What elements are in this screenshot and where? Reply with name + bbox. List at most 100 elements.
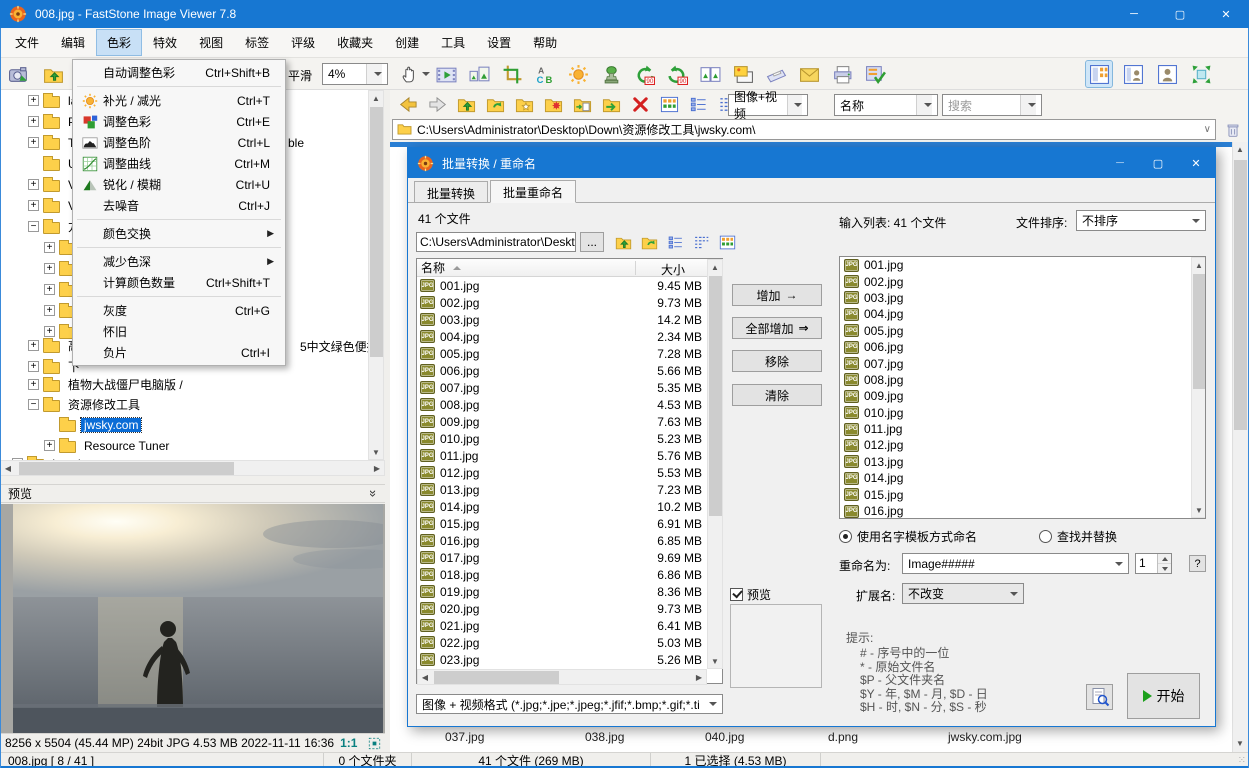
view-details-icon[interactable] bbox=[664, 231, 686, 253]
file-row[interactable]: JPG022.jpg5.03 MB bbox=[417, 634, 707, 651]
spin-down-icon[interactable] bbox=[1158, 564, 1171, 573]
trash-icon[interactable] bbox=[1222, 119, 1244, 141]
input-file-row[interactable]: JPG009.jpg bbox=[840, 388, 1192, 404]
radio-unselected-icon[interactable] bbox=[1039, 530, 1052, 543]
tree-item-植物大战僵尸电脑版 /[interactable]: +植物大战僵尸电脑版 / bbox=[28, 376, 186, 393]
input-file-row[interactable]: JPG011.jpg bbox=[840, 421, 1192, 437]
minimize-button[interactable]: ─ bbox=[1101, 148, 1139, 178]
chevron-down-icon[interactable] bbox=[709, 702, 717, 706]
file-row[interactable]: JPG016.jpg6.85 MB bbox=[417, 532, 707, 549]
name-column-header[interactable]: 名称 bbox=[421, 259, 445, 276]
scroll-up-icon[interactable]: ▲ bbox=[708, 260, 722, 274]
file-row[interactable]: JPG020.jpg9.73 MB bbox=[417, 600, 707, 617]
file-row[interactable]: JPG007.jpg5.35 MB bbox=[417, 379, 707, 396]
file-row[interactable]: JPG004.jpg2.34 MB bbox=[417, 328, 707, 345]
input-file-row[interactable]: JPG003.jpg bbox=[840, 290, 1192, 306]
chevron-down-icon[interactable] bbox=[1020, 95, 1036, 115]
collapse-panel-icon[interactable]: » bbox=[366, 490, 381, 497]
collapse-icon[interactable]: − bbox=[28, 221, 39, 232]
input-file-row[interactable]: JPG008.jpg bbox=[840, 372, 1192, 388]
tree-horizontal-scrollbar[interactable]: ◀ ▶ bbox=[0, 460, 385, 476]
color-menu-item[interactable]: 怀旧 bbox=[73, 321, 285, 342]
copy-to-folder-icon[interactable] bbox=[570, 92, 594, 116]
scroll-right-icon[interactable]: ▶ bbox=[692, 670, 706, 684]
color-menu-item[interactable]: 调整曲线Ctrl+M bbox=[73, 153, 285, 174]
input-file-row[interactable]: JPG005.jpg bbox=[840, 323, 1192, 339]
clear-button[interactable]: 清除 bbox=[732, 384, 822, 406]
file-row[interactable]: JPG010.jpg5.23 MB bbox=[417, 430, 707, 447]
extension-combo[interactable]: 不改变 bbox=[902, 583, 1024, 604]
folder-refresh-icon[interactable] bbox=[483, 92, 507, 116]
search-input[interactable]: 搜索 bbox=[942, 94, 1042, 116]
file-row[interactable]: JPG002.jpg9.73 MB bbox=[417, 294, 707, 311]
menubar-item-2[interactable]: 编辑 bbox=[51, 30, 95, 55]
file-row[interactable]: JPG012.jpg5.53 MB bbox=[417, 464, 707, 481]
file-row[interactable]: JPG001.jpg9.45 MB bbox=[417, 277, 707, 294]
move-to-folder-icon[interactable] bbox=[599, 92, 623, 116]
minimize-button[interactable]: ─ bbox=[1111, 0, 1157, 28]
input-file-row[interactable]: JPG007.jpg bbox=[840, 355, 1192, 371]
sort-by-combo[interactable]: 名称 bbox=[834, 94, 938, 116]
remove-button[interactable]: 移除 bbox=[732, 350, 822, 372]
hand-tool-button[interactable] bbox=[396, 61, 430, 87]
layout-thumb-preview-icon[interactable] bbox=[1120, 61, 1146, 87]
expand-icon[interactable]: + bbox=[28, 361, 39, 372]
chevron-down-icon[interactable] bbox=[1010, 592, 1018, 596]
tree-item-资源修改工具[interactable]: −资源修改工具 bbox=[28, 396, 143, 413]
color-menu-item[interactable]: 灰度Ctrl+G bbox=[73, 300, 285, 321]
tab-2[interactable]: 批量重命名 bbox=[490, 180, 576, 203]
file-row[interactable]: JPG017.jpg9.69 MB bbox=[417, 549, 707, 566]
file-row[interactable]: JPG019.jpg8.36 MB bbox=[417, 583, 707, 600]
menubar-item-3[interactable]: 色彩 bbox=[97, 30, 141, 55]
brightness-icon[interactable] bbox=[565, 61, 591, 87]
fullscreen-icon[interactable] bbox=[1188, 61, 1214, 87]
folder-new-icon[interactable] bbox=[541, 92, 565, 116]
scroll-down-icon[interactable]: ▼ bbox=[1233, 736, 1247, 750]
input-file-row[interactable]: JPG004.jpg bbox=[840, 306, 1192, 322]
tree-item-label[interactable]: Resource Tuner bbox=[81, 439, 172, 453]
tab-1[interactable]: 批量转换 bbox=[414, 181, 488, 202]
file-row[interactable]: JPG009.jpg7.63 MB bbox=[417, 413, 707, 430]
color-menu-item[interactable]: 去噪音Ctrl+J bbox=[73, 195, 285, 216]
scroll-left-icon[interactable]: ◀ bbox=[1, 461, 15, 475]
source-path-input[interactable]: C:\Users\Administrator\Desktop bbox=[416, 232, 576, 252]
file-row[interactable]: JPG008.jpg4.53 MB bbox=[417, 396, 707, 413]
scroll-up-icon[interactable]: ▲ bbox=[1233, 142, 1247, 156]
start-number-stepper[interactable]: 1 bbox=[1135, 553, 1172, 574]
list-header[interactable]: 名称 大小 bbox=[417, 259, 707, 277]
menubar-item-7[interactable]: 评级 bbox=[281, 30, 325, 55]
add-all-button[interactable]: 全部增加⇒ bbox=[732, 317, 822, 339]
crop-icon[interactable] bbox=[499, 61, 525, 87]
expand-icon[interactable]: + bbox=[28, 340, 39, 351]
scrollbar-thumb[interactable] bbox=[1234, 160, 1247, 430]
scroll-right-icon[interactable]: ▶ bbox=[370, 461, 384, 475]
browse-button[interactable]: ... bbox=[580, 232, 604, 252]
scroll-down-icon[interactable]: ▼ bbox=[1192, 503, 1206, 517]
expand-icon[interactable]: + bbox=[44, 263, 55, 274]
view-list-icon[interactable] bbox=[690, 231, 712, 253]
email-icon[interactable] bbox=[796, 61, 822, 87]
input-file-row[interactable]: JPG002.jpg bbox=[840, 273, 1192, 289]
settings-check-icon[interactable] bbox=[862, 61, 888, 87]
chevron-down-icon[interactable] bbox=[916, 95, 932, 115]
folder-up-icon[interactable] bbox=[612, 231, 634, 253]
back-icon[interactable] bbox=[396, 92, 420, 116]
rotate-right-90-icon[interactable]: 90 bbox=[664, 61, 690, 87]
checkbox-checked-icon[interactable] bbox=[730, 588, 743, 601]
color-menu-item[interactable]: 锐化 / 模糊Ctrl+U bbox=[73, 174, 285, 195]
list-horizontal-scrollbar[interactable]: ◀ ▶ bbox=[417, 669, 707, 685]
input-file-row[interactable]: JPG012.jpg bbox=[840, 437, 1192, 453]
add-button[interactable]: 增加→ bbox=[732, 284, 822, 306]
ratio-select-icon[interactable] bbox=[363, 732, 385, 754]
background-file-label[interactable]: d.png bbox=[828, 730, 858, 744]
folder-up-icon[interactable] bbox=[454, 92, 478, 116]
folder-favorites-icon[interactable] bbox=[512, 92, 536, 116]
menubar-item-8[interactable]: 收藏夹 bbox=[327, 30, 383, 55]
scroll-up-icon[interactable]: ▲ bbox=[1192, 258, 1206, 272]
column-divider[interactable] bbox=[635, 261, 636, 275]
template-naming-radio[interactable]: 使用名字模板方式命名 bbox=[839, 528, 977, 545]
screen-capture-icon[interactable] bbox=[5, 61, 31, 87]
menubar-item-4[interactable]: 特效 bbox=[143, 30, 187, 55]
clone-stamp-icon[interactable] bbox=[598, 61, 624, 87]
chevron-down-icon[interactable] bbox=[1115, 562, 1123, 566]
